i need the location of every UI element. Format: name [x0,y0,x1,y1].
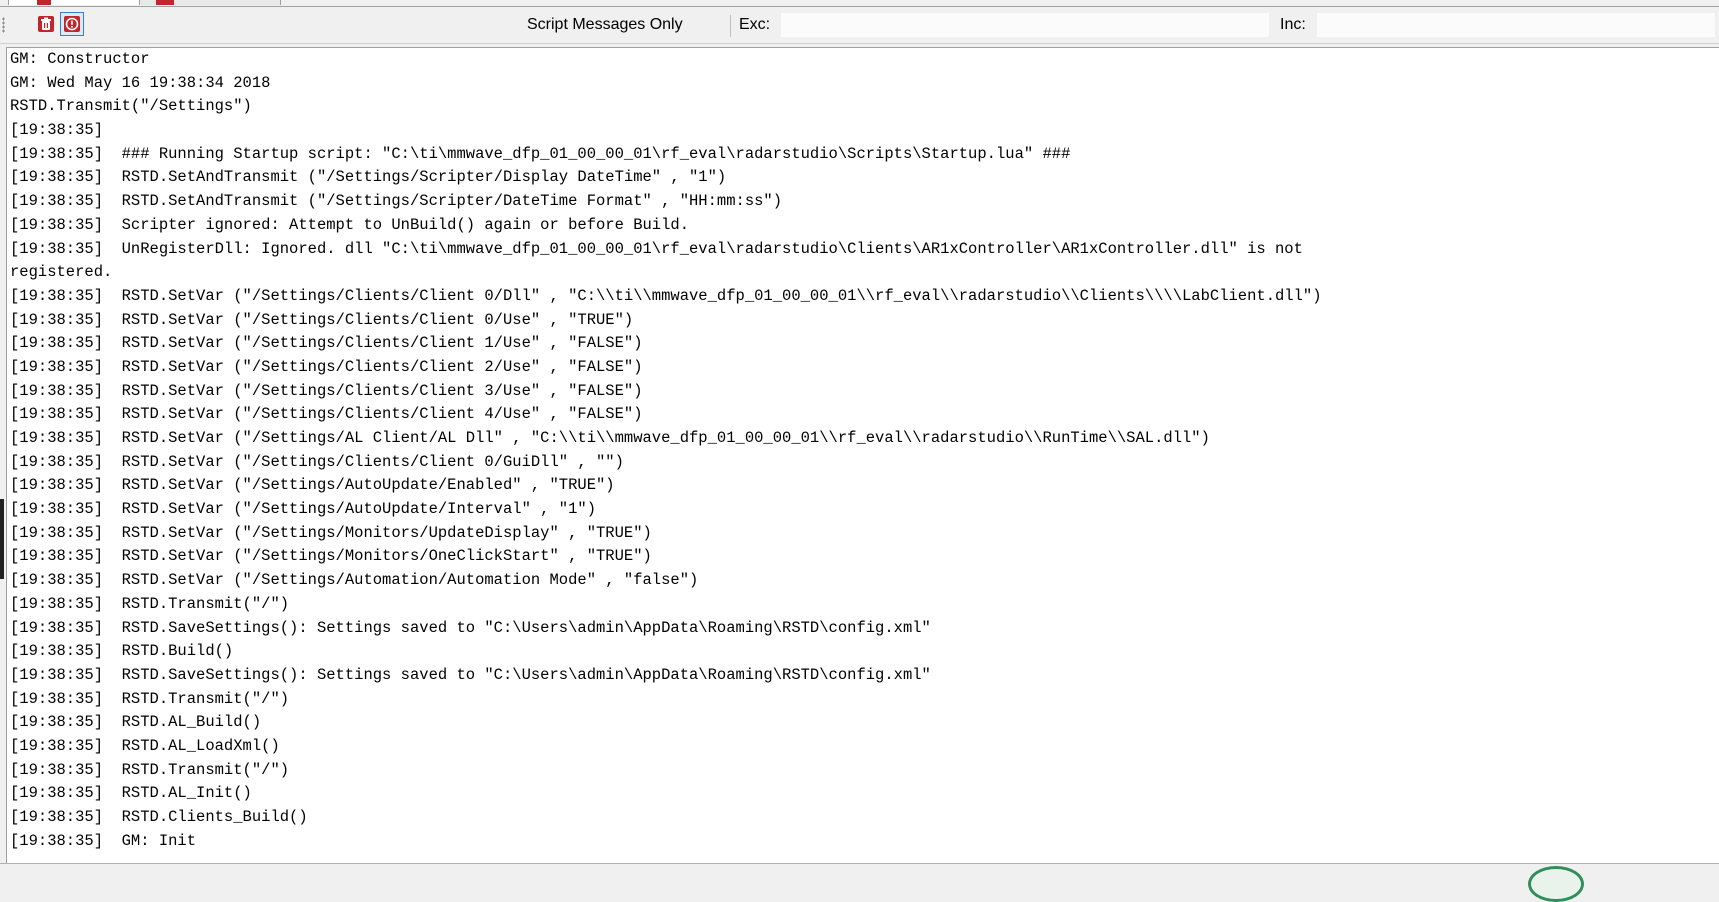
log-line: [19:38:35] RSTD.AL_Build() [10,713,262,732]
log-line: [19:38:35] RSTD.SetVar ("/Settings/AL Cl… [10,429,1210,447]
log-line: [19:38:35] RSTD.Build() [10,642,234,661]
exclude-filter-input[interactable] [780,12,1270,38]
log-line: GM: Constructor [10,50,150,68]
toolbar-grip[interactable] [2,17,5,33]
include-filter-input[interactable] [1316,12,1716,38]
logo-icon [1528,866,1584,902]
tab-output-icon [37,0,51,5]
log-line: [19:38:35] ### Running Startup script: "… [10,144,1071,163]
log-line: [19:38:35] RSTD.SetAndTransmit ("/Settin… [10,168,727,187]
exclude-label: Exc: [739,16,771,33]
log-line: [19:38:35] RSTD.SetVar ("/Settings/Monit… [10,523,652,542]
log-line: [19:38:35] RSTD.AL_Init() [10,784,252,803]
log-line: [19:38:35] UnRegisterDll: Ignored. dll "… [10,239,1303,258]
tab-output[interactable] [8,0,140,5]
log-line: [19:38:35] RSTD.SetAndTransmit ("/Settin… [10,192,783,211]
log-line: [19:38:35] RSTD.Clients_Build() [10,808,308,826]
log-toolbar: Script Messages Only Exc: Inc: [0,7,1719,44]
log-line: [19:38:35] [10,121,104,140]
log-line: [19:38:35] RSTD.SetVar ("/Settings/Clien… [10,381,643,400]
log-line: [19:38:35] RSTD.SetVar ("/Settings/Clien… [10,310,634,329]
status-strip [0,863,1719,902]
log-line: [19:38:35] RSTD.SetVar ("/Settings/Clien… [10,452,624,471]
log-line: [19:38:35] RSTD.SetVar ("/Settings/Monit… [10,547,652,566]
log-line: [19:38:35] RSTD.Transmit("/") [10,689,290,708]
log-line: [19:38:35] RSTD.SaveSettings(): Settings… [10,618,931,637]
log-line: [19:38:35] RSTD.SetVar ("/Settings/AutoU… [10,476,615,495]
log-line: [19:38:35] RSTD.SetVar ("/Settings/Clien… [10,405,643,424]
log-output-area[interactable]: GM: Constructor GM: Wed May 16 19:38:34 2… [6,47,1719,864]
log-line: RSTD.Transmit("/Settings") [10,97,252,116]
tab-secondary-icon [156,0,174,5]
script-messages-only-toggle[interactable]: Script Messages Only [527,16,683,34]
log-line: [19:38:35] RSTD.SetVar ("/Settings/Clien… [10,334,643,353]
tab-secondary[interactable] [140,0,281,5]
include-label: Inc: [1280,16,1306,33]
log-line: [19:38:35] RSTD.AL_LoadXml() [10,736,280,755]
toolbar-separator [730,15,731,37]
log-line: GM: Wed May 16 19:38:34 2018 [10,73,271,92]
log-line: [19:38:35] Scripter ignored: Attempt to … [10,215,690,234]
left-panel-marker [0,499,4,579]
log-line: [19:38:35] RSTD.SetVar ("/Settings/Clien… [10,357,643,376]
log-line: registered. [10,263,113,282]
tab-strip [0,0,1719,7]
log-line: [19:38:35] RSTD.Transmit("/") [10,594,290,613]
log-line: [19:38:35] RSTD.Transmit("/") [10,760,290,779]
log-line: [19:38:35] RSTD.SetVar ("/Settings/AutoU… [10,500,596,519]
log-line: [19:38:35] RSTD.SaveSettings(): Settings… [10,665,931,684]
log-line: [19:38:35] RSTD.SetVar ("/Settings/Clien… [10,286,1322,305]
info-filter-button[interactable] [60,12,84,36]
output-window: Script Messages Only Exc: Inc: GM: Const… [0,0,1719,902]
log-line: [19:38:35] GM: Init [10,831,197,850]
clear-log-button[interactable] [34,12,58,36]
log-line: [19:38:35] RSTD.SetVar ("/Settings/Autom… [10,571,699,590]
